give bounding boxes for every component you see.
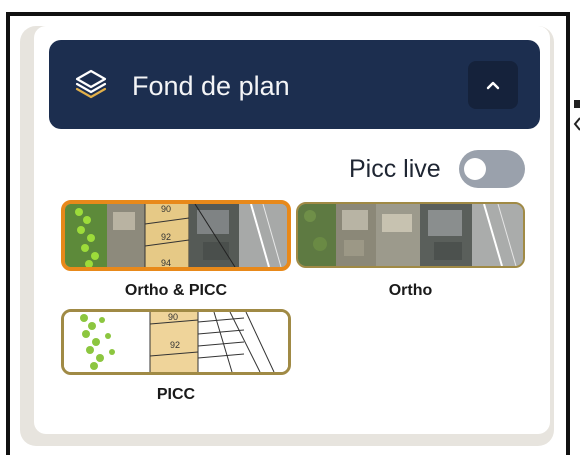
parcel-number: 90 bbox=[161, 204, 171, 214]
parcel-number: 90 bbox=[168, 312, 178, 322]
toggle-knob bbox=[464, 158, 486, 180]
cut-off-edge-glyph bbox=[573, 100, 580, 140]
basemap-thumb-picc[interactable]: 90 92 bbox=[61, 309, 291, 375]
basemap-label-picc: PICC bbox=[156, 386, 196, 403]
collapse-button[interactable] bbox=[468, 61, 518, 109]
basemap-label-ortho-picc: Ortho & PICC bbox=[124, 282, 228, 299]
basemap-thumb-ortho-picc[interactable]: 90 92 94 bbox=[61, 200, 291, 271]
basemap-header[interactable] bbox=[49, 40, 540, 129]
layers-icon bbox=[72, 68, 110, 102]
picc-live-label: Picc live bbox=[349, 155, 441, 183]
parcel-number: 92 bbox=[161, 232, 171, 242]
chevron-up-icon bbox=[486, 81, 500, 90]
basemap-label-ortho: Ortho bbox=[388, 282, 433, 299]
basemap-thumb-ortho[interactable] bbox=[296, 202, 525, 268]
picc-live-toggle[interactable] bbox=[459, 150, 525, 188]
parcel-number: 94 bbox=[161, 258, 171, 267]
panel-title: Fond de plan bbox=[132, 71, 290, 101]
parcel-number: 92 bbox=[170, 340, 180, 350]
